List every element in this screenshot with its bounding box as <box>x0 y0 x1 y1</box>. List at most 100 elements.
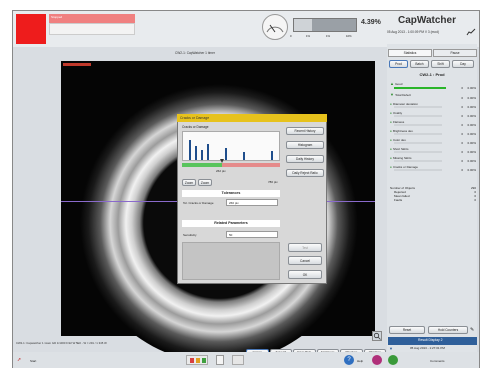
comments-label[interactable]: Comments <box>430 359 445 363</box>
stat-percent: 0.00% <box>467 114 476 118</box>
stat-brightness[interactable]: ● Brightness dev. 0 0.00% <box>390 128 476 137</box>
slider-handle-icon[interactable] <box>220 159 224 163</box>
reject-percent: 4.39% <box>361 19 381 26</box>
view-title: CW2-1: CapWatcher 1 timer <box>175 51 215 55</box>
result-datetime: 05 Aug 2013 - 1:27:01 PM <box>410 346 445 350</box>
stat-total-defect[interactable]: ▼ Total Defect 0 0.00% <box>390 92 476 101</box>
stat-diameter[interactable]: ● Diameter deviation 0 0.00% <box>390 101 476 110</box>
app-title: CapWatcher <box>398 15 456 26</box>
stat-dot-icon: ● <box>390 156 392 160</box>
stat-bar <box>394 133 442 135</box>
stat-dot-icon: ● <box>390 138 392 142</box>
related-heading: Related Parameters <box>182 220 280 227</box>
expand-arrow-icon[interactable]: ▼ <box>389 346 393 351</box>
stat-bar <box>394 169 442 171</box>
subtab-prod[interactable]: Prod <box>389 60 408 68</box>
dialog-chart-title: Cracks or Damage <box>182 125 209 129</box>
pin-icon[interactable]: ✎ <box>470 327 474 333</box>
stat-dot-icon: ● <box>390 120 392 124</box>
tolerances-heading: Tolerances <box>182 190 280 197</box>
zoom-in-button[interactable]: Zoom <box>182 179 196 186</box>
tolerance-slider[interactable] <box>182 163 280 167</box>
stat-count: 0 <box>461 159 463 163</box>
hold-counters-button[interactable]: Hold Counters <box>428 326 468 334</box>
stat-bar <box>394 151 442 153</box>
zoom-out-button[interactable]: Zoom <box>198 179 212 186</box>
app-datetime: 05 Aug 2013 - 1:00:09 PM V 3 (mod) <box>387 30 439 34</box>
stat-count: 0 <box>461 132 463 136</box>
hist-tick-1: 1% <box>306 34 311 38</box>
stat-count: 0 <box>461 105 463 109</box>
reset-button[interactable]: Reset <box>389 326 425 334</box>
stat-percent: 0.00% <box>467 168 476 172</box>
tab-pause[interactable]: Pause <box>433 49 477 57</box>
summary-value: 0 <box>474 198 476 202</box>
stat-bar <box>394 124 442 126</box>
good-bar <box>394 87 446 89</box>
start-arrow-icon[interactable]: ➚ <box>17 357 21 363</box>
sensitivity-label: Sensitivity <box>183 233 197 237</box>
stat-bar <box>394 115 442 117</box>
test-button[interactable]: Test <box>288 243 322 252</box>
tab-statistics[interactable]: Statistics <box>388 49 432 57</box>
stat-count: 0 <box>461 150 463 154</box>
stat-cracks-damage[interactable]: ● Cracks or Damage 0 0.00% <box>390 164 476 173</box>
stat-short-skirts[interactable]: ● Short Skirts 0 0.00% <box>390 146 476 155</box>
hist-tick-0: 0 <box>290 34 292 38</box>
zoom-tool-icon[interactable] <box>372 331 382 341</box>
chart-icon[interactable] <box>466 28 476 36</box>
stat-flatness[interactable]: ● Flatness 0 0.00% <box>390 119 476 128</box>
stat-count: 0 <box>461 96 463 100</box>
panel-header: CW2-1 : Prod <box>419 72 445 77</box>
speed-gauge-icon <box>262 14 288 40</box>
dialog-blank-area <box>182 242 280 280</box>
device-icon[interactable] <box>232 355 244 365</box>
language-icon[interactable] <box>372 355 382 365</box>
stat-bar <box>394 106 442 108</box>
recycle-icon[interactable] <box>388 355 398 365</box>
stat-count: 0 <box>461 114 463 118</box>
stat-label: Good <box>395 82 403 86</box>
sensitivity-input[interactable]: 50 <box>226 231 278 238</box>
tolerance-input[interactable]: 260 pix <box>226 199 278 206</box>
dialog-histogram <box>182 131 280 161</box>
stat-count: 0 <box>461 141 463 145</box>
stat-ovality[interactable]: ● Ovality 0 0.00% <box>390 110 476 119</box>
daily-history-button[interactable]: Daily History <box>286 155 324 163</box>
image-info: CW2-1: Capwatcher 1 1cam GD 1/1000 F/22 … <box>16 341 107 345</box>
stat-count: 0 <box>461 86 463 90</box>
stat-good[interactable]: ▲ Good 0 0.00% <box>390 81 476 92</box>
stat-color[interactable]: ● Color dev. 0 0.00% <box>390 137 476 146</box>
stat-percent: 0.00% <box>467 159 476 163</box>
stat-percent: 0.00% <box>467 105 476 109</box>
help-icon[interactable]: ? <box>344 355 354 365</box>
result-bar[interactable]: Result Display 2 <box>388 337 477 345</box>
stat-missing-skirts[interactable]: ● Missing Skirts 0 0.00% <box>390 155 476 164</box>
stat-percent: 0.00% <box>467 96 476 100</box>
summary-row: Faults 0 <box>390 198 476 202</box>
taskbar <box>13 352 479 368</box>
stat-percent: 0.00% <box>467 150 476 154</box>
summary-label: Faults <box>394 198 403 202</box>
start-label[interactable]: Start <box>30 359 36 363</box>
alarm-indicator <box>16 14 46 44</box>
slider-value: 262 pix <box>216 169 226 173</box>
daily-reject-ratio-button[interactable]: Daily Reject Ratio <box>286 169 324 177</box>
stats-list: ▲ Good 0 0.00% ▼ Total Defect 0 0.00% ● … <box>390 81 476 173</box>
help-label[interactable]: Help <box>357 359 363 363</box>
recent-history-button[interactable]: Recent History <box>286 127 324 135</box>
stat-bar <box>394 142 442 144</box>
subtab-shift[interactable]: Shift <box>431 60 450 68</box>
histogram-button[interactable]: Histogram <box>286 141 324 149</box>
subtab-day[interactable]: Day <box>452 60 474 68</box>
status-label: Stopped <box>51 15 63 19</box>
status-bar: Stopped <box>49 14 135 23</box>
stat-percent: 0.00% <box>467 123 476 127</box>
ok-button[interactable]: OK <box>288 270 322 279</box>
stat-dot-icon: ● <box>390 147 392 151</box>
document-icon[interactable] <box>216 355 224 365</box>
cancel-button[interactable]: Cancel <box>288 256 322 265</box>
subtab-batch[interactable]: Batch <box>410 60 429 68</box>
tolerance-label: Tol. Cracks or Damage <box>183 201 214 205</box>
hist-tick-3: 10% <box>346 34 352 38</box>
